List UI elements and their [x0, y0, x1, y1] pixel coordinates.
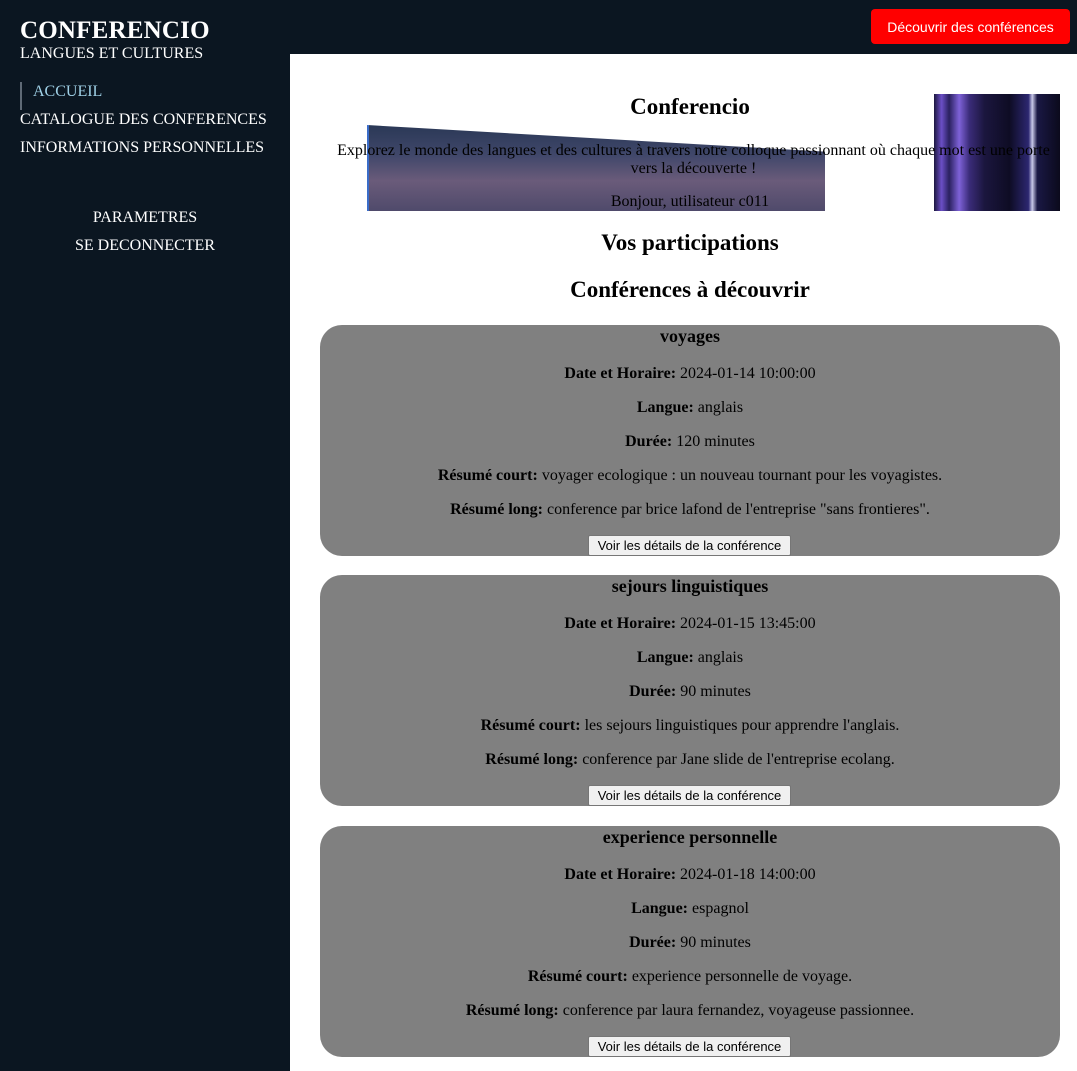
- sidebar-nav: ACCUEIL CATALOGUE DES CONFERENCES INFORM…: [20, 82, 267, 166]
- sidebar: CONFERENCIO LANGUES ET CULTURES ACCUEIL …: [0, 0, 290, 1071]
- hero: Conferencio Explorez le monde des langue…: [290, 54, 1077, 212]
- language-value: espagnol: [692, 900, 749, 917]
- duration-value: 90 minutes: [680, 683, 751, 700]
- duration-label: Durée:: [629, 934, 677, 951]
- language-label: Langue:: [636, 399, 694, 416]
- short-summary-value: voyager ecologique : un nouveau tournant…: [541, 467, 943, 484]
- conference-title: experience personnelle: [602, 827, 778, 847]
- sidebar-item-catalogue[interactable]: CATALOGUE DES CONFERENCES: [20, 110, 267, 138]
- discover-heading: Conférences à découvrir: [570, 277, 810, 302]
- user-greeting: Bonjour, utilisateur c011: [610, 193, 770, 210]
- conference-card: experience personnelle Date et Horaire: …: [320, 826, 1060, 1057]
- sidebar-item-accueil[interactable]: ACCUEIL: [20, 82, 267, 110]
- hero-description: Explorez le monde des langues et des cul…: [337, 142, 1050, 177]
- brand-title: CONFERENCIO: [20, 17, 210, 44]
- duration-label: Durée:: [629, 683, 677, 700]
- brand-subtitle: LANGUES ET CULTURES: [20, 45, 204, 62]
- discover-conferences-button[interactable]: Découvrir des conférences: [871, 9, 1070, 44]
- conference-language: Langue: anglais: [320, 399, 1060, 417]
- sidebar-secondary-nav: PARAMETRES SE DECONNECTER: [0, 208, 290, 264]
- conference-short-summary: Résumé court: les sejours linguistiques …: [320, 717, 1060, 735]
- conference-card: sejours linguistiques Date et Horaire: 2…: [320, 575, 1060, 806]
- short-summary-label: Résumé court:: [527, 968, 628, 985]
- long-summary-label: Résumé long:: [450, 501, 543, 518]
- view-details-button[interactable]: Voir les détails de la conférence: [588, 785, 791, 806]
- short-summary-label: Résumé court:: [437, 467, 538, 484]
- view-details-button[interactable]: Voir les détails de la conférence: [588, 1036, 791, 1057]
- conference-title: voyages: [660, 326, 720, 346]
- date-label: Date et Horaire:: [564, 866, 677, 883]
- conference-language: Langue: espagnol: [320, 900, 1060, 918]
- participations-heading: Vos participations: [601, 230, 779, 255]
- short-summary-label: Résumé court:: [480, 717, 581, 734]
- sidebar-item-informations[interactable]: INFORMATIONS PERSONNELLES: [20, 138, 267, 166]
- conference-short-summary: Résumé court: voyager ecologique : un no…: [320, 467, 1060, 485]
- date-value: 2024-01-18 14:00:00: [680, 866, 816, 883]
- short-summary-value: experience personnelle de voyage.: [631, 968, 853, 985]
- conference-duration: Durée: 90 minutes: [320, 683, 1060, 701]
- conference-long-summary: Résumé long: conference par laura fernan…: [320, 1002, 1060, 1020]
- conference-duration: Durée: 120 minutes: [320, 433, 1060, 451]
- conference-long-summary: Résumé long: conference par brice lafond…: [320, 501, 1060, 519]
- long-summary-value: conference par Jane slide de l'entrepris…: [582, 751, 895, 768]
- date-value: 2024-01-15 13:45:00: [680, 615, 816, 632]
- date-value: 2024-01-14 10:00:00: [680, 365, 816, 382]
- main-content: Conferencio Explorez le monde des langue…: [290, 54, 1077, 1071]
- language-value: anglais: [697, 649, 744, 666]
- sidebar-item-deconnecter[interactable]: SE DECONNECTER: [0, 236, 290, 264]
- sidebar-item-parametres[interactable]: PARAMETRES: [0, 208, 290, 236]
- view-details-button[interactable]: Voir les détails de la conférence: [588, 535, 791, 556]
- language-label: Langue:: [636, 649, 694, 666]
- language-value: anglais: [697, 399, 744, 416]
- hero-title: Conferencio: [630, 94, 750, 119]
- conference-long-summary: Résumé long: conference par Jane slide d…: [320, 751, 1060, 769]
- date-label: Date et Horaire:: [564, 615, 677, 632]
- conference-duration: Durée: 90 minutes: [320, 934, 1060, 952]
- conference-short-summary: Résumé court: experience personnelle de …: [320, 968, 1060, 986]
- duration-value: 120 minutes: [676, 433, 755, 450]
- duration-label: Durée:: [625, 433, 673, 450]
- conference-language: Langue: anglais: [320, 649, 1060, 667]
- long-summary-value: conference par laura fernandez, voyageus…: [562, 1002, 915, 1019]
- long-summary-label: Résumé long:: [465, 1002, 559, 1019]
- conference-date: Date et Horaire: 2024-01-15 13:45:00: [320, 615, 1060, 633]
- long-summary-label: Résumé long:: [485, 751, 579, 768]
- conference-date: Date et Horaire: 2024-01-18 14:00:00: [320, 866, 1060, 884]
- duration-value: 90 minutes: [680, 934, 751, 951]
- conference-date: Date et Horaire: 2024-01-14 10:00:00: [320, 365, 1060, 383]
- short-summary-value: les sejours linguistiques pour apprendre…: [584, 717, 900, 734]
- language-label: Langue:: [631, 900, 689, 917]
- long-summary-value: conference par brice lafond de l'entrepr…: [547, 501, 930, 518]
- conference-card: voyages Date et Horaire: 2024-01-14 10:0…: [320, 325, 1060, 556]
- conference-title: sejours linguistiques: [611, 576, 769, 596]
- date-label: Date et Horaire:: [564, 365, 677, 382]
